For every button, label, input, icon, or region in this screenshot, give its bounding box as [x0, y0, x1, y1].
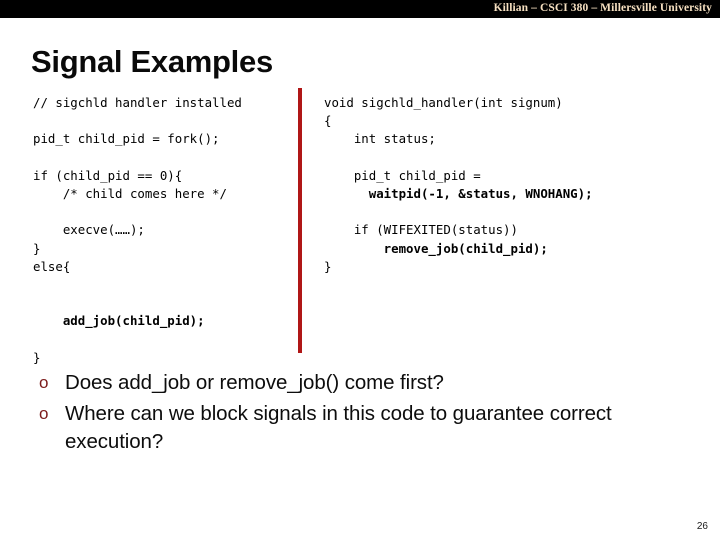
- list-item-label: Does add_job or remove_job() come first?: [65, 371, 444, 394]
- code-line: {: [324, 113, 332, 129]
- code-line: void sigchld_handler(int signum): [324, 95, 563, 110]
- code-line: }: [324, 258, 332, 274]
- code-block-left: // sigchld handler installed pid_t child…: [33, 94, 291, 367]
- code-block-right: void sigchld_handler(int signum) { int st…: [324, 94, 704, 276]
- code-line: if (child_pid == 0){: [33, 167, 183, 183]
- list-item: o Where can we block signals in this code…: [33, 400, 673, 456]
- code-line: add_job(child_pid);: [33, 313, 205, 329]
- code-line: else{: [33, 258, 71, 274]
- code-line: pid_t child_pid =: [324, 167, 481, 183]
- header-bar: Killian – CSCI 380 – Millersville Univer…: [0, 0, 720, 18]
- page-title: Signal Examples: [31, 44, 273, 79]
- bullet-icon: o: [39, 373, 49, 392]
- list-item: o Does add_job or remove_job() come first…: [33, 369, 673, 397]
- page-number: 26: [696, 521, 708, 532]
- bullet-icon: o: [39, 404, 49, 423]
- code-line: int status;: [324, 131, 436, 147]
- code-line: /* child comes here */: [33, 185, 227, 201]
- bullet-list: o Does add_job or remove_job() come first…: [33, 369, 673, 459]
- code-line: waitpid(-1, &status, WNOHANG);: [324, 186, 593, 201]
- header-course-title: Killian – CSCI 380 – Millersville Univer…: [493, 2, 712, 14]
- code-line: // sigchld handler installed: [33, 95, 242, 110]
- list-item-label: Where can we block signals in this code …: [65, 402, 612, 453]
- vertical-divider: [298, 88, 302, 353]
- code-line: pid_t child_pid = fork();: [33, 131, 220, 147]
- code-line: if (WIFEXITED(status)): [324, 222, 518, 238]
- code-line: }: [33, 349, 41, 365]
- code-line: execve(……);: [33, 222, 145, 238]
- code-line: remove_job(child_pid);: [324, 240, 548, 256]
- code-line: }: [33, 240, 41, 256]
